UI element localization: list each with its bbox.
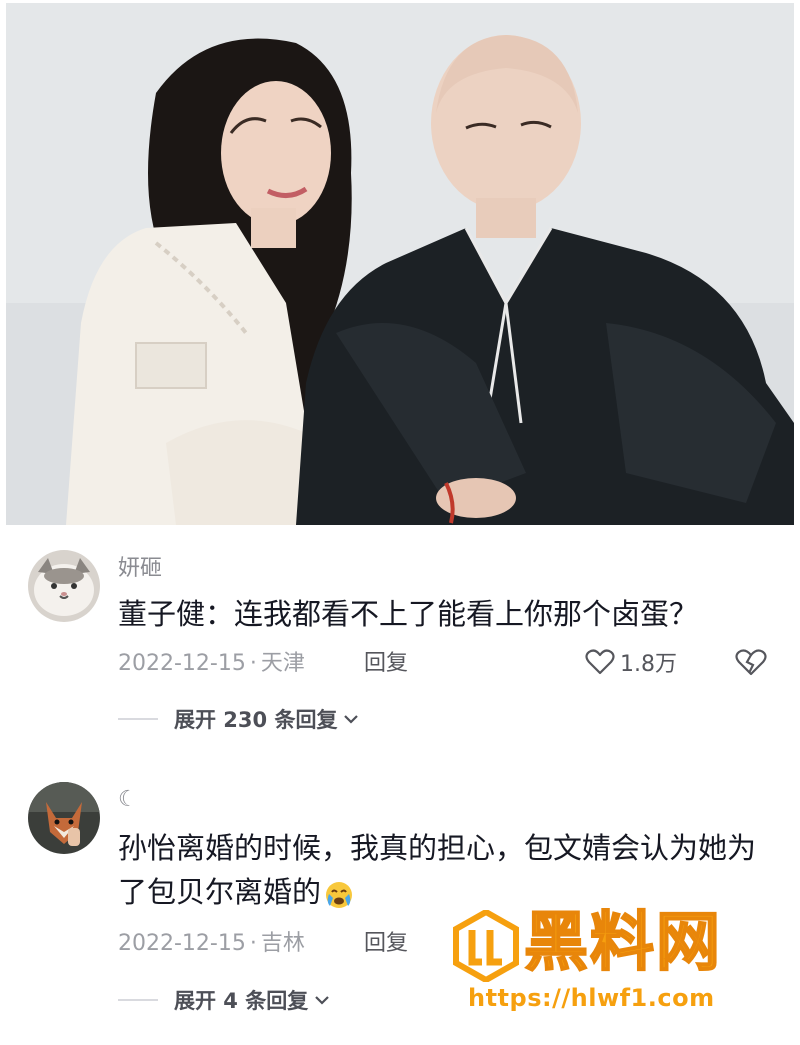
comment-date: 2022-12-15: [118, 931, 246, 956]
comment-date: 2022-12-15: [118, 651, 246, 676]
fox-avatar-icon[interactable]: [28, 782, 100, 854]
expand-replies-label: 展开 4 条回复: [174, 989, 309, 1013]
like-count: 1.8万: [620, 652, 677, 677]
like-button[interactable]: 1.8万: [584, 646, 677, 678]
reply-button[interactable]: 回复: [364, 650, 408, 678]
meta-separator: ·: [249, 651, 257, 676]
comment-text: 董子健：连我都看不上了能看上你那个卤蛋？: [118, 597, 699, 631]
comment-meta: 2022-12-15 · 天津: [118, 650, 305, 678]
cat-avatar-icon[interactable]: [28, 550, 100, 622]
divider-line: [118, 718, 158, 720]
comment-meta: 2022-12-15 · 吉林: [118, 930, 305, 958]
chevron-down-icon: [315, 996, 330, 1005]
expand-replies-label: 展开 230 条回复: [174, 708, 338, 732]
reply-button[interactable]: 回复: [364, 930, 408, 958]
comment-location: 吉林: [260, 931, 305, 956]
watermark-logo-icon: [453, 910, 519, 982]
crying-face-emoji: [326, 882, 353, 908]
dislike-broken-heart-icon[interactable]: [734, 646, 768, 678]
watermark-url: https://hlwf1.com: [468, 984, 715, 1012]
expand-replies-button[interactable]: 展开 4 条回复: [118, 985, 330, 1015]
comment-username[interactable]: 妍砸: [118, 557, 162, 581]
comment-text-line: 孙怡离婚的时候，我真的担心，包文婧会认为她为: [118, 831, 757, 865]
comment-username[interactable]: ☾: [118, 788, 138, 812]
comment-location: 天津: [260, 651, 305, 676]
couple-photo: [6, 3, 794, 525]
comment-text-line: 了包贝尔离婚的: [118, 875, 322, 909]
expand-replies-button[interactable]: 展开 230 条回复: [118, 704, 359, 734]
post-photo[interactable]: [6, 3, 794, 525]
chevron-down-icon: [344, 715, 359, 724]
divider-line: [118, 999, 158, 1001]
watermark: 黑料网 https://hlwf1.com: [448, 898, 778, 1018]
meta-separator: ·: [249, 931, 257, 956]
watermark-title: 黑料网: [523, 905, 722, 981]
heart-icon: [585, 649, 615, 675]
